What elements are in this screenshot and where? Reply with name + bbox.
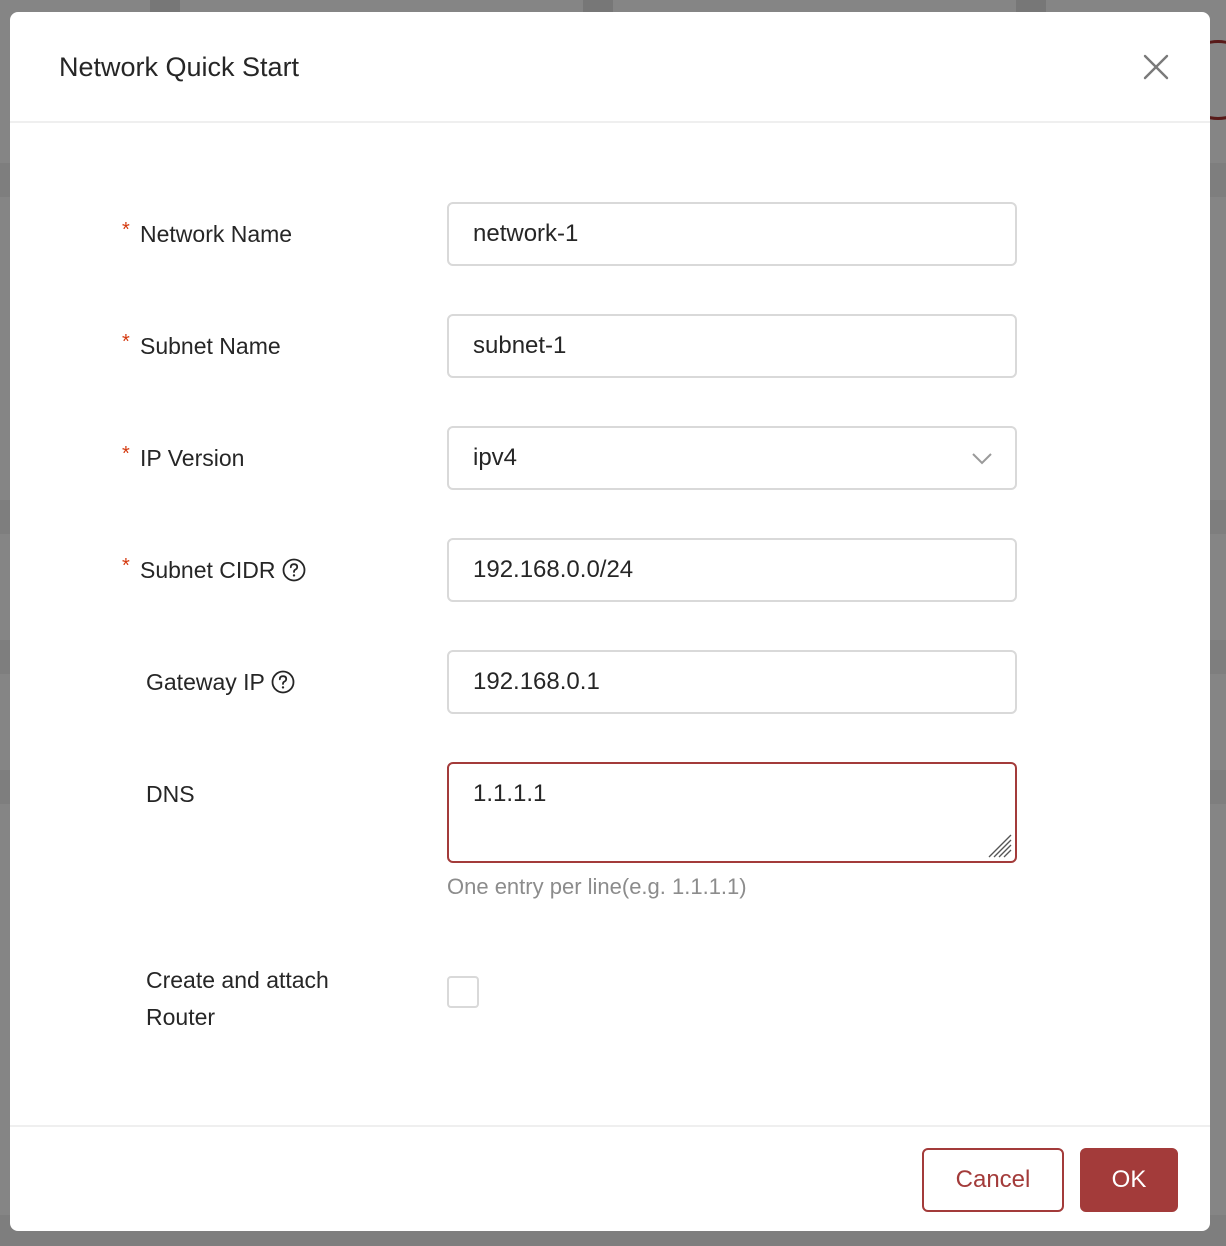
close-icon [1143, 54, 1169, 80]
cancel-button[interactable]: Cancel [922, 1148, 1064, 1212]
router-label-line1: Create and attach [146, 967, 329, 993]
router-label: Create and attach Router [146, 962, 329, 1036]
dns-label: DNS [146, 781, 195, 807]
subnet-cidr-input[interactable]: 192.168.0.0/24 [447, 538, 1017, 602]
router-label-line2: Router [146, 1004, 216, 1030]
gateway-ip-label-group: Gateway IP [146, 668, 295, 696]
help-icon[interactable] [271, 670, 295, 694]
subnet-name-label: Subnet Name [140, 333, 281, 359]
gateway-ip-input[interactable]: 192.168.0.1 [447, 650, 1017, 714]
ok-button[interactable]: OK [1080, 1148, 1178, 1212]
router-checkbox[interactable] [447, 976, 479, 1008]
required-marker: * [122, 443, 130, 465]
modal-header: Network Quick Start [10, 12, 1210, 123]
ip-version-select[interactable]: ipv4 [447, 426, 1017, 490]
close-button[interactable] [1139, 50, 1173, 84]
help-icon[interactable] [282, 558, 306, 582]
network-name-label: Network Name [140, 221, 293, 247]
dns-value: 1.1.1.1 [473, 780, 547, 807]
modal-title: Network Quick Start [59, 52, 300, 82]
modal-footer: Cancel OK [10, 1125, 1210, 1231]
subnet-cidr-label: Subnet CIDR [140, 557, 276, 583]
dns-hint: One entry per line(e.g. 1.1.1.1) [447, 874, 747, 899]
required-marker: * [122, 555, 130, 577]
network-name-input[interactable]: network-1 [447, 202, 1017, 266]
dns-textarea[interactable]: 1.1.1.1 [447, 762, 1017, 863]
ip-version-value: ipv4 [473, 444, 518, 471]
ip-version-label: IP Version [140, 445, 245, 471]
required-marker: * [122, 219, 130, 241]
subnet-cidr-label-group: Subnet CIDR [140, 556, 306, 584]
chevron-down-icon [972, 453, 992, 465]
network-quick-start-modal: Network Quick Start * Network Name netwo… [10, 12, 1210, 1231]
subnet-name-input[interactable]: subnet-1 [447, 314, 1017, 378]
gateway-ip-label: Gateway IP [146, 669, 265, 695]
resize-handle-icon[interactable] [985, 831, 1013, 859]
required-marker: * [122, 331, 130, 353]
